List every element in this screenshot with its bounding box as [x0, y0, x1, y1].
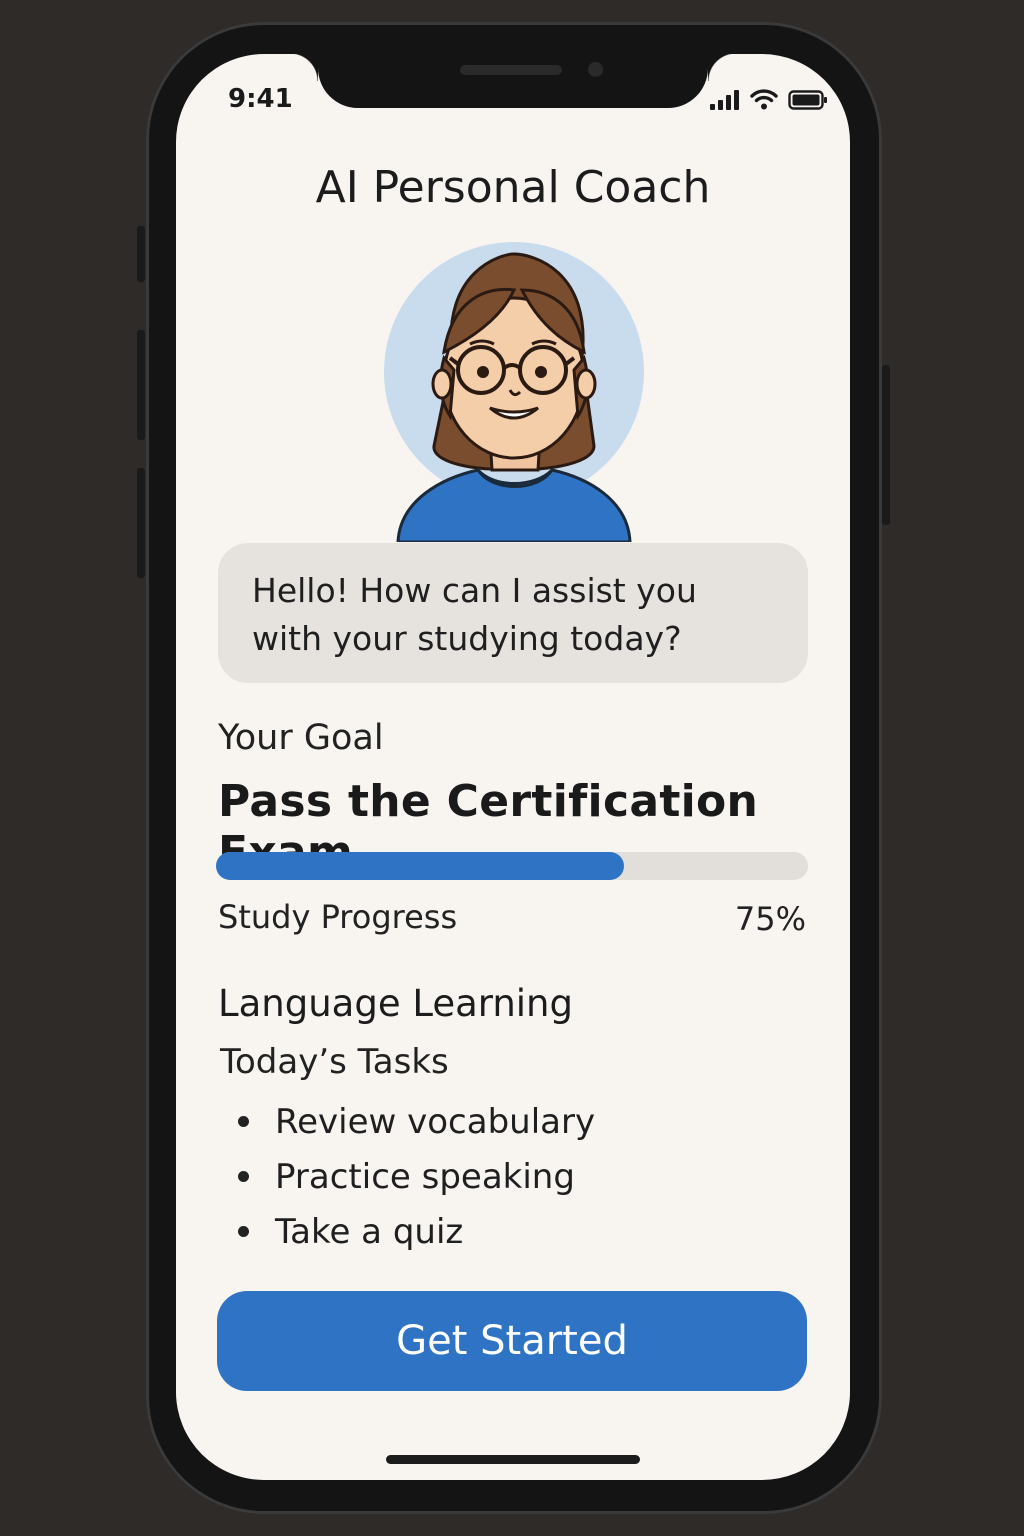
- power-button: [882, 365, 890, 525]
- volume-up-button: [137, 330, 145, 440]
- progress-percent: 75%: [734, 900, 806, 938]
- get-started-button[interactable]: Get Started: [217, 1291, 807, 1391]
- bullet-icon: [238, 1226, 249, 1237]
- task-label: Take a quiz: [275, 1211, 464, 1252]
- home-indicator[interactable]: [386, 1455, 640, 1464]
- task-item: Practice speaking: [238, 1149, 595, 1204]
- study-progress-fill: [216, 852, 625, 880]
- task-label: Practice speaking: [275, 1156, 575, 1197]
- silent-switch: [137, 226, 145, 282]
- signal-icon: [710, 90, 739, 110]
- task-label: Review vocabulary: [275, 1101, 596, 1142]
- task-item: Take a quiz: [238, 1204, 595, 1259]
- section-title: Language Learning: [218, 982, 573, 1025]
- coach-message-bubble: Hello! How can I assist you with your st…: [218, 543, 808, 683]
- progress-label: Study Progress: [218, 898, 458, 936]
- app-screen: 9:41 AI Personal Coach Hello! How can I …: [176, 54, 850, 1480]
- front-camera: [588, 62, 603, 77]
- speaker-grille: [460, 65, 562, 75]
- notch: [290, 54, 736, 108]
- tasks-label: Today’s Tasks: [220, 1042, 449, 1082]
- status-time: 9:41: [228, 84, 293, 114]
- goal-label: Your Goal: [218, 718, 384, 758]
- volume-down-button: [137, 468, 145, 578]
- task-list: Review vocabulary Practice speaking Take…: [238, 1094, 595, 1259]
- study-progress-bar: [216, 852, 808, 880]
- coach-avatar: [384, 242, 644, 542]
- page-title: AI Personal Coach: [315, 162, 711, 213]
- battery-icon: [788, 90, 827, 110]
- bullet-icon: [238, 1116, 249, 1127]
- wifi-icon: [750, 89, 778, 110]
- task-item: Review vocabulary: [238, 1094, 595, 1149]
- bullet-icon: [238, 1171, 249, 1182]
- status-icons: [710, 88, 828, 110]
